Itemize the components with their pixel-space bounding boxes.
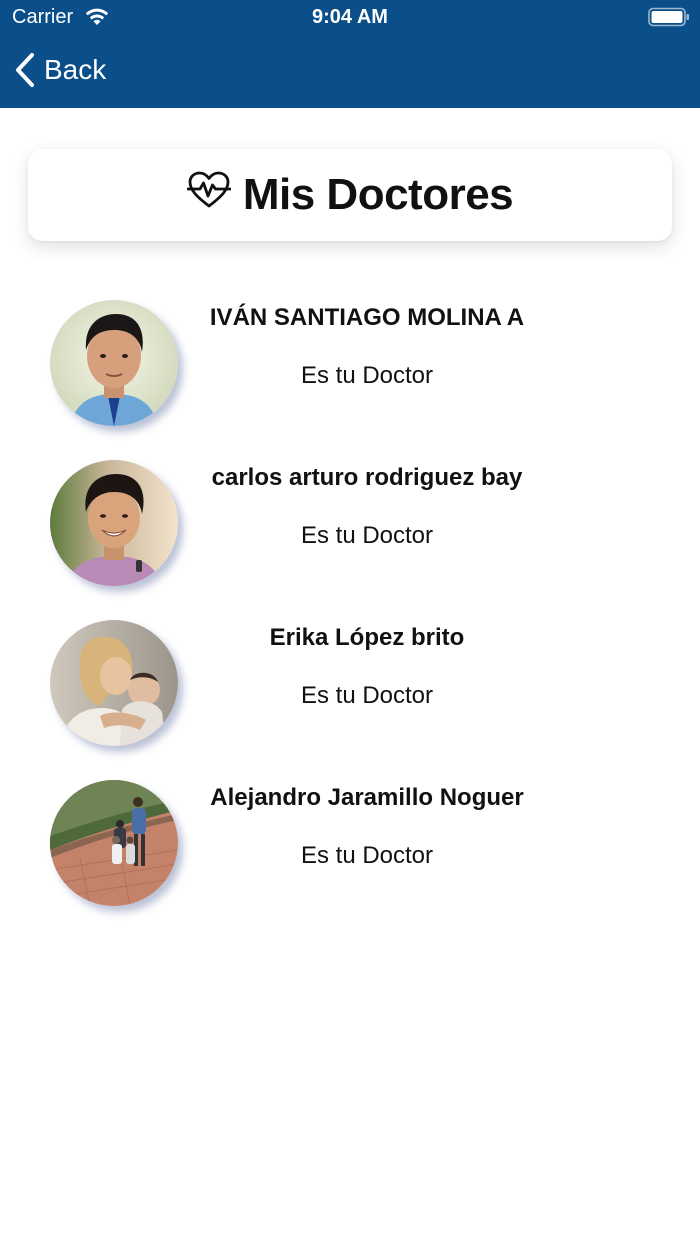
back-button[interactable]: Back [14,50,106,90]
doctor-list-item[interactable]: carlos arturo rodriguez bay Es tu Doctor [0,460,700,586]
page-title: Mis Doctores [242,170,514,219]
doctor-list-item[interactable]: Erika López brito Es tu Doctor [0,620,700,746]
doctor-relationship-label: Es tu Doctor [300,362,434,389]
battery-icon [648,7,689,27]
doctor-avatar [50,300,178,426]
doctor-name: IVÁN SANTIAGO MOLINA A [209,304,525,331]
top-bar: Carrier 9:04 AM Back [0,0,700,108]
doctor-avatar [50,620,178,746]
doctor-relationship-label: Es tu Doctor [300,522,434,549]
doctor-relationship-label: Es tu Doctor [300,682,434,709]
doctor-photo-image [50,620,178,746]
doctor-name: Erika López brito [269,624,465,651]
back-label: Back [44,54,107,85]
doctor-list-item[interactable]: Alejandro Jaramillo Noguer Es tu Doctor [0,780,700,906]
navigation-bar: Back [0,40,700,106]
doctor-avatar [50,780,178,906]
doctor-list-item[interactable]: IVÁN SANTIAGO MOLINA A Es tu Doctor [0,300,700,426]
doctor-avatar [50,460,178,586]
page-header-card: Mis Doctores [28,149,672,241]
doctor-photo-image [50,780,178,906]
chevron-left-icon [16,53,34,87]
doctor-photo-image [50,460,178,586]
doctor-name: Alejandro Jaramillo Noguer [210,784,524,811]
doctor-relationship-label: Es tu Doctor [300,842,434,869]
doctor-photo-image [50,300,178,426]
clock: 9:04 AM [312,6,388,28]
status-bar: Carrier 9:04 AM [0,0,700,36]
doctor-name: carlos arturo rodriguez bay [211,464,523,491]
app-screen: Carrier 9:04 AM Back Mis Doctores IVÁN S… [0,0,700,1244]
heart-pulse-icon [186,171,231,208]
